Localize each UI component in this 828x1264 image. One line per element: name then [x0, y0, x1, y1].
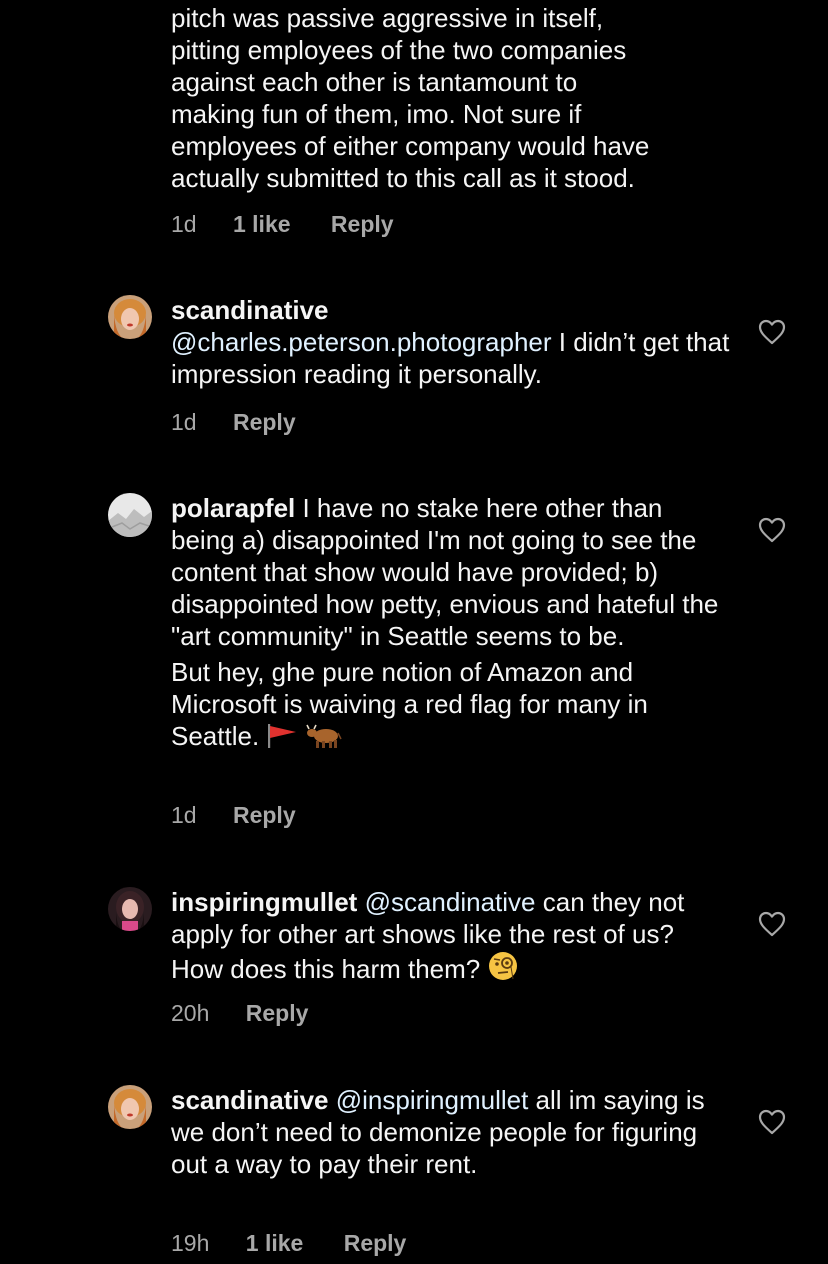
- comment-body-continued: But hey, ghe pure notion of Amazon and M…: [171, 657, 648, 751]
- ox-emoji: [305, 723, 342, 756]
- comment-meta: 1d Reply: [171, 801, 296, 829]
- comment-text: inspiringmullet @scandinative can they n…: [171, 886, 731, 989]
- reply-button[interactable]: Reply: [233, 408, 296, 436]
- reply-button[interactable]: Reply: [233, 801, 296, 829]
- comment-text: polarapfel I have no stake here other th…: [171, 492, 731, 756]
- comment-line: making fun of them, imo. Not sure if: [171, 99, 582, 129]
- reply-button[interactable]: Reply: [331, 210, 394, 238]
- comment-timestamp: 1d: [171, 211, 197, 237]
- comment-timestamp: 1d: [171, 409, 197, 435]
- heart-outline-icon[interactable]: [758, 517, 786, 543]
- comment-text: scandinative @inspiringmullet all im say…: [171, 1084, 731, 1180]
- comment-username[interactable]: polarapfel: [171, 493, 295, 523]
- mention-link[interactable]: @inspiringmullet: [336, 1085, 529, 1115]
- reply-button[interactable]: Reply: [246, 999, 309, 1027]
- face-with-monocle-emoji: [487, 950, 519, 989]
- comment-username[interactable]: inspiringmullet: [171, 887, 357, 917]
- comment-line: against each other is tantamount to: [171, 67, 578, 97]
- comment-timestamp: 20h: [171, 1000, 210, 1026]
- comment-line: employees of either company would have: [171, 131, 650, 161]
- mention-link[interactable]: @charles.peterson.photographer: [171, 327, 552, 357]
- comment-text: pitch was passive aggressive in itself, …: [171, 2, 731, 194]
- comment-timestamp: 19h: [171, 1230, 210, 1256]
- avatar[interactable]: [108, 295, 152, 339]
- red-flag-emoji: [266, 723, 298, 756]
- comment-meta: 19h 1 like Reply: [171, 1229, 406, 1257]
- mention-link[interactable]: @scandinative: [365, 887, 536, 917]
- reply-button[interactable]: Reply: [344, 1229, 407, 1257]
- avatar[interactable]: [108, 1085, 152, 1129]
- avatar[interactable]: [108, 887, 152, 931]
- comment-username[interactable]: scandinative: [171, 295, 329, 325]
- heart-outline-icon[interactable]: [758, 911, 786, 937]
- comment-likes-count[interactable]: 1 like: [233, 210, 291, 238]
- comment-meta: 20h Reply: [171, 999, 308, 1027]
- comment-meta: 1d Reply: [171, 408, 296, 436]
- comment-text: scandinative @charles.peterson.photograp…: [171, 294, 731, 390]
- comment-timestamp: 1d: [171, 802, 197, 828]
- comment-line: pitting employees of the two companies: [171, 35, 627, 65]
- comment-likes-count[interactable]: 1 like: [246, 1229, 304, 1257]
- heart-outline-icon[interactable]: [758, 1109, 786, 1135]
- heart-outline-icon[interactable]: [758, 319, 786, 345]
- avatar[interactable]: [108, 493, 152, 537]
- comment-meta: 1d 1 like Reply: [171, 210, 394, 238]
- comment-line: pitch was passive aggressive in itself,: [171, 3, 604, 33]
- comment-username[interactable]: scandinative: [171, 1085, 329, 1115]
- comment-line: actually submitted to this call as it st…: [171, 163, 635, 193]
